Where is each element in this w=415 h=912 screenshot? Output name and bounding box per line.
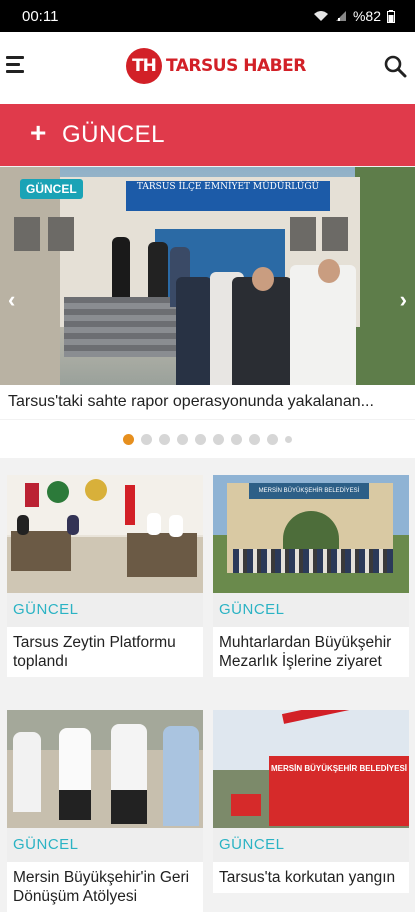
- news-card-category[interactable]: GÜNCEL: [213, 828, 409, 862]
- news-card-image: [7, 710, 203, 828]
- pagination-dot[interactable]: [249, 433, 260, 445]
- status-icons: %82: [313, 8, 395, 24]
- pagination-dot[interactable]: [231, 433, 242, 445]
- news-card[interactable]: MERSİN BÜYÜKŞEHİR BELEDİYESİ GÜNCEL Muht…: [213, 475, 409, 677]
- news-card-category[interactable]: GÜNCEL: [7, 828, 203, 862]
- menu-icon[interactable]: [6, 56, 26, 76]
- pagination-dot[interactable]: [267, 433, 278, 445]
- news-card-image: [7, 475, 203, 593]
- pagination-dot[interactable]: [285, 435, 292, 443]
- chevron-left-icon[interactable]: ‹: [8, 287, 15, 313]
- pagination-dot[interactable]: [159, 433, 170, 445]
- chevron-right-icon[interactable]: ›: [400, 287, 407, 313]
- news-card-category[interactable]: GÜNCEL: [7, 593, 203, 627]
- app-logo[interactable]: TH TARSUS HABER: [126, 48, 306, 84]
- news-card-category[interactable]: GÜNCEL: [213, 593, 409, 627]
- pagination-dot[interactable]: [141, 433, 152, 445]
- status-bar: 00:11 %82: [0, 0, 415, 32]
- pagination-dot[interactable]: [195, 433, 206, 445]
- slide-caption[interactable]: Tarsus'taki sahte rapor operasyonunda ya…: [0, 385, 415, 419]
- slide-caption-text: Tarsus'taki sahte rapor operasyonunda ya…: [8, 393, 374, 410]
- news-card-title[interactable]: Mersin Büyükşehir'in Geri Dönüşüm Atölye…: [7, 862, 203, 912]
- slide-image[interactable]: TARSUS İLÇE EMNİYET MÜDÜRLÜĞÜ: [0, 167, 415, 385]
- status-time: 00:11: [22, 8, 59, 25]
- slide-category-badge[interactable]: GÜNCEL: [20, 179, 83, 199]
- battery-icon: [387, 9, 395, 23]
- app-bar: TH TARSUS HABER: [0, 32, 415, 104]
- logo-text: TARSUS HABER: [166, 56, 306, 76]
- logo-mark: TH: [126, 48, 162, 84]
- section-title: GÜNCEL: [62, 121, 166, 148]
- news-card[interactable]: MERSİN BÜYÜKŞEHİR BELEDİYESİ GÜNCEL Tars…: [213, 710, 409, 893]
- building-steps: [64, 297, 184, 357]
- fire-truck: MERSİN BÜYÜKŞEHİR BELEDİYESİ: [269, 756, 409, 826]
- news-card[interactable]: GÜNCEL Mersin Büyükşehir'in Geri Dönüşüm…: [7, 710, 203, 912]
- battery-percent: %82: [352, 8, 381, 24]
- news-card-image: MERSİN BÜYÜKŞEHİR BELEDİYESİ: [213, 475, 409, 593]
- pagination-dot[interactable]: [213, 433, 224, 445]
- building-sign: TARSUS İLÇE EMNİYET MÜDÜRLÜĞÜ: [126, 181, 330, 211]
- news-card-image: MERSİN BÜYÜKŞEHİR BELEDİYESİ: [213, 710, 409, 828]
- pagination-dot[interactable]: [177, 433, 188, 445]
- news-card-title[interactable]: Tarsus Zeytin Platformu toplandı: [7, 627, 203, 677]
- wifi-icon: [313, 11, 328, 21]
- signal-icon: [335, 11, 346, 21]
- news-card-title[interactable]: Tarsus'ta korkutan yangın: [213, 862, 409, 893]
- news-card-title[interactable]: Muhtarlardan Büyükşehir Mezarlık İşlerin…: [213, 627, 409, 677]
- plus-icon: +: [30, 117, 47, 148]
- section-header[interactable]: + GÜNCEL: [0, 104, 415, 166]
- headline-slider[interactable]: TARSUS İLÇE EMNİYET MÜDÜRLÜĞÜ GÜNCEL ‹ ›: [0, 167, 415, 385]
- news-card[interactable]: GÜNCEL Tarsus Zeytin Platformu toplandı: [7, 475, 203, 677]
- search-icon[interactable]: [383, 54, 407, 78]
- slider-pagination: [0, 420, 415, 458]
- pagination-dot[interactable]: [123, 433, 134, 445]
- gate-sign: MERSİN BÜYÜKŞEHİR BELEDİYESİ: [249, 483, 369, 499]
